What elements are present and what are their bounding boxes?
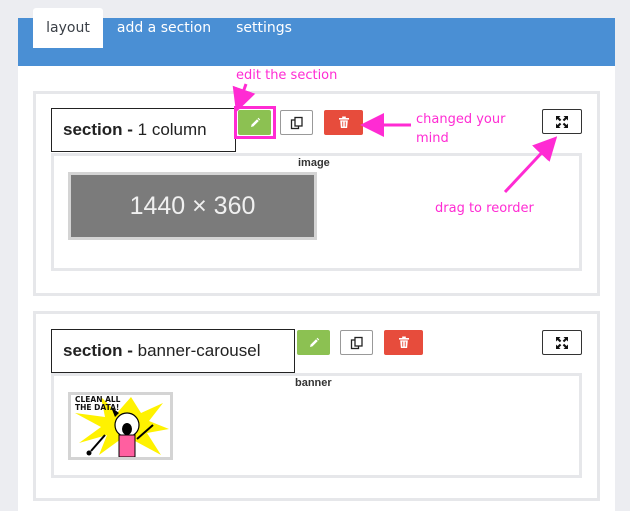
annotation-arrows [232,83,558,194]
